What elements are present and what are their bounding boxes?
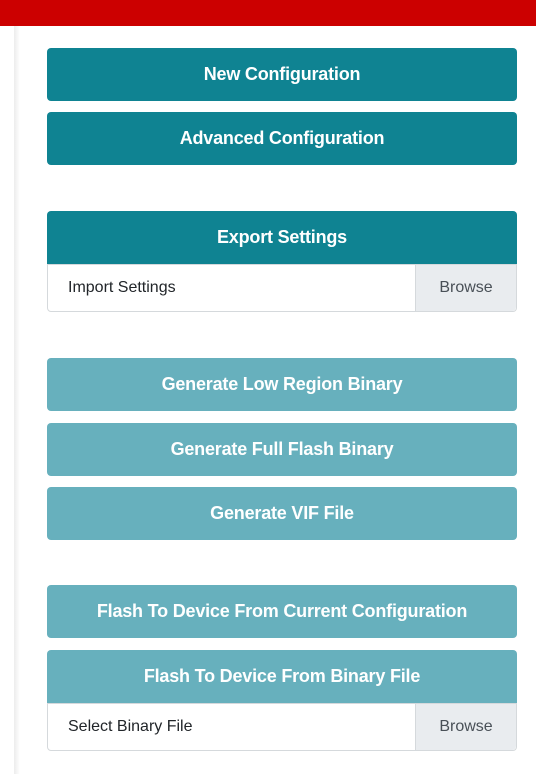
import-settings-file-input[interactable]: Import Settings Browse xyxy=(47,264,517,312)
select-binary-file-input[interactable]: Select Binary File Browse xyxy=(47,703,517,751)
select-binary-file-label: Select Binary File xyxy=(68,718,193,735)
select-binary-file-browse-button[interactable]: Browse xyxy=(415,704,516,750)
export-settings-button[interactable]: Export Settings xyxy=(47,211,517,264)
flash-from-current-configuration-button[interactable]: Flash To Device From Current Configurati… xyxy=(47,585,517,638)
advanced-configuration-button[interactable]: Advanced Configuration xyxy=(47,112,517,165)
new-configuration-button[interactable]: New Configuration xyxy=(47,48,517,101)
panel-left-border xyxy=(14,26,20,774)
generate-low-region-binary-button[interactable]: Generate Low Region Binary xyxy=(47,358,517,411)
generate-full-flash-binary-button[interactable]: Generate Full Flash Binary xyxy=(47,423,517,476)
import-settings-label: Import Settings xyxy=(68,279,176,296)
top-accent-bar xyxy=(0,0,536,26)
generate-vif-file-button[interactable]: Generate VIF File xyxy=(47,487,517,540)
import-settings-browse-button[interactable]: Browse xyxy=(415,265,516,311)
flash-from-binary-file-button[interactable]: Flash To Device From Binary File xyxy=(47,650,517,703)
